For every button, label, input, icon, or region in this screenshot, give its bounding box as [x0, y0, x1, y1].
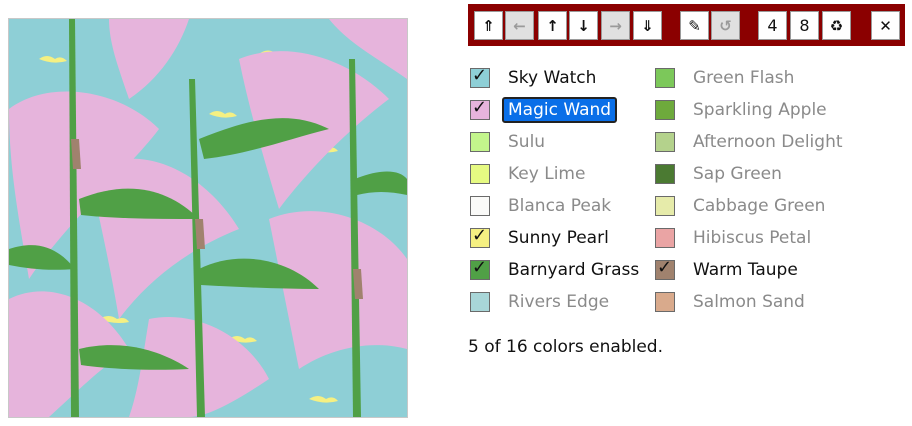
- pattern-image: [9, 19, 407, 417]
- move-to-top-button[interactable]: ⇑: [474, 11, 503, 40]
- color-item[interactable]: ✓ Sunny Pearl: [470, 224, 615, 252]
- close-icon: ✕: [879, 16, 892, 35]
- color-item[interactable]: ✓ Warm Taupe: [655, 256, 804, 284]
- color-name: Salmon Sand: [693, 292, 805, 312]
- color-swatch[interactable]: [655, 132, 675, 152]
- color-item[interactable]: Sparkling Apple: [655, 96, 833, 124]
- color-name: Key Lime: [508, 164, 586, 184]
- color-item[interactable]: Hibiscus Petal: [655, 224, 817, 252]
- recycle-icon: ♻: [829, 16, 844, 35]
- color-name: Sparkling Apple: [693, 100, 827, 120]
- color-name: Hibiscus Petal: [693, 228, 812, 248]
- arrow-up-icon: ↑: [546, 16, 559, 35]
- color-item[interactable]: Salmon Sand: [655, 288, 811, 316]
- color-swatch[interactable]: ✓: [470, 257, 490, 280]
- color-swatch[interactable]: [470, 196, 490, 216]
- color-name: Cabbage Green: [693, 196, 826, 216]
- pencil-icon: ✎: [688, 16, 701, 35]
- rows-value-label: 4: [767, 16, 778, 35]
- arrow-left-icon: ←: [513, 16, 526, 35]
- move-down-button[interactable]: ↓: [569, 11, 598, 40]
- move-right-button[interactable]: →: [601, 11, 630, 40]
- color-item[interactable]: Blanca Peak: [470, 192, 617, 220]
- checkmark-icon: ✓: [472, 65, 488, 86]
- checkmark-icon: ✓: [472, 257, 488, 278]
- rows-value[interactable]: 4: [758, 11, 787, 40]
- undo-button[interactable]: ↺: [711, 11, 740, 40]
- color-item[interactable]: Sulu: [470, 128, 551, 156]
- color-item[interactable]: Rivers Edge: [470, 288, 615, 316]
- color-name: Afternoon Delight: [693, 132, 843, 152]
- color-name: Green Flash: [693, 68, 795, 88]
- move-up-button[interactable]: ↑: [538, 11, 567, 40]
- color-swatch[interactable]: [470, 164, 490, 184]
- checkmark-icon: ✓: [657, 257, 673, 278]
- move-left-button[interactable]: ←: [505, 11, 534, 40]
- color-name: Sulu: [508, 132, 546, 152]
- color-name: Barnyard Grass: [508, 260, 640, 280]
- columns-value-label: 8: [799, 16, 810, 35]
- color-item[interactable]: Green Flash: [655, 64, 800, 92]
- checkmark-icon: ✓: [472, 97, 488, 118]
- color-swatch[interactable]: [470, 132, 490, 152]
- color-swatch[interactable]: ✓: [470, 65, 490, 88]
- status-text: 5 of 16 colors enabled.: [468, 337, 663, 357]
- color-list: ✓ Sky Watch ✓ Magic Wand Sulu Key Lime Blanca …: [470, 64, 910, 320]
- color-swatch[interactable]: [655, 228, 675, 248]
- arrow-down-icon: ↓: [577, 16, 590, 35]
- edit-button[interactable]: ✎: [680, 11, 709, 40]
- color-item[interactable]: Key Lime: [470, 160, 591, 188]
- color-swatch[interactable]: [655, 164, 675, 184]
- arrow-right-icon: →: [609, 16, 622, 35]
- color-swatch[interactable]: [655, 100, 675, 120]
- color-swatch[interactable]: ✓: [470, 97, 490, 120]
- toolbar: ⇑ ← ↑ ↓ → ⇓ ✎ ↺ 4 8 ♻ ✕: [468, 4, 905, 46]
- color-swatch[interactable]: [655, 68, 675, 88]
- recycle-button[interactable]: ♻: [822, 11, 851, 40]
- color-swatch[interactable]: [470, 292, 490, 312]
- color-item[interactable]: ✓ Barnyard Grass: [470, 256, 645, 284]
- checkmark-icon: ✓: [472, 225, 488, 246]
- columns-value[interactable]: 8: [790, 11, 819, 40]
- color-swatch[interactable]: ✓: [655, 257, 675, 280]
- color-name: Rivers Edge: [508, 292, 610, 312]
- undo-icon: ↺: [719, 16, 732, 35]
- color-item[interactable]: Afternoon Delight: [655, 128, 849, 156]
- color-item[interactable]: ✓ Sky Watch: [470, 64, 602, 92]
- double-chevron-up-icon: ⇑: [482, 16, 495, 35]
- color-name: Magic Wand: [502, 97, 618, 123]
- color-name: Sky Watch: [508, 68, 597, 88]
- close-button[interactable]: ✕: [871, 11, 900, 40]
- color-swatch[interactable]: [655, 196, 675, 216]
- color-swatch[interactable]: [655, 292, 675, 312]
- color-item[interactable]: ✓ Magic Wand: [470, 96, 618, 124]
- pattern-canvas[interactable]: [8, 18, 408, 418]
- color-name: Blanca Peak: [508, 196, 612, 216]
- color-item[interactable]: Cabbage Green: [655, 192, 831, 220]
- double-chevron-down-icon: ⇓: [641, 16, 654, 35]
- color-name: Warm Taupe: [693, 260, 798, 280]
- color-name: Sap Green: [693, 164, 782, 184]
- move-to-bottom-button[interactable]: ⇓: [633, 11, 662, 40]
- color-swatch[interactable]: ✓: [470, 225, 490, 248]
- color-name: Sunny Pearl: [508, 228, 609, 248]
- color-item[interactable]: Sap Green: [655, 160, 788, 188]
